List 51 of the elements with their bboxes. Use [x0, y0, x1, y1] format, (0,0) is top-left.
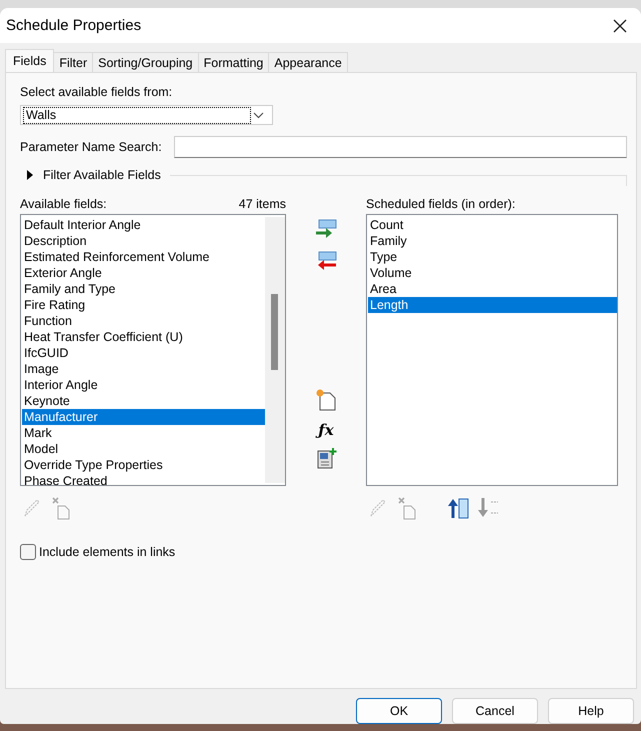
- tab[interactable]: Sorting/Grouping: [92, 52, 199, 72]
- new-parameter-icon[interactable]: [315, 389, 337, 411]
- list-item[interactable]: Manufacturer: [22, 409, 265, 425]
- chevron-down-icon: [253, 112, 264, 118]
- field-label: Select available fields from:: [20, 85, 174, 99]
- list-item[interactable]: Length: [368, 297, 617, 313]
- list-item[interactable]: Estimated Reinforcement Volume: [22, 249, 265, 265]
- move-down-icon[interactable]: [478, 497, 500, 519]
- formula-icon[interactable]: ƒx: [318, 421, 334, 439]
- tab[interactable]: Fields: [5, 49, 54, 72]
- list-item[interactable]: Family: [368, 233, 617, 249]
- tab[interactable]: Formatting: [198, 52, 270, 72]
- list-item[interactable]: Default Interior Angle: [22, 217, 265, 233]
- list-item[interactable]: Type: [368, 249, 617, 265]
- list-item[interactable]: Description: [22, 233, 265, 249]
- dialog-button[interactable]: Cancel: [452, 698, 538, 724]
- add-field-icon[interactable]: [315, 219, 337, 239]
- checkbox[interactable]: [20, 544, 36, 560]
- combine-parameters-icon[interactable]: [315, 447, 337, 469]
- list-item[interactable]: Volume: [368, 265, 617, 281]
- list-item[interactable]: Area: [368, 281, 617, 297]
- category-dropdown[interactable]: Walls: [20, 105, 273, 125]
- tab[interactable]: Appearance: [268, 52, 348, 72]
- expand-triangle-icon[interactable]: [26, 170, 34, 180]
- list-item[interactable]: Image: [22, 361, 265, 377]
- close-icon[interactable]: [613, 18, 627, 32]
- list-item[interactable]: Phase Created: [22, 473, 265, 485]
- checkbox-label: Include elements in links: [39, 545, 176, 559]
- list-item[interactable]: Keynote: [22, 393, 265, 409]
- list-label: Available fields:: [20, 197, 107, 211]
- field-label: Parameter Name Search:: [20, 140, 162, 154]
- list-item[interactable]: Mark: [22, 425, 265, 441]
- list-item[interactable]: IfcGUID: [22, 345, 265, 361]
- list-item[interactable]: Function: [22, 313, 265, 329]
- dialog-button[interactable]: Help: [548, 698, 634, 724]
- search-field[interactable]: [174, 136, 627, 158]
- move-up-icon[interactable]: [448, 497, 470, 519]
- list-label: Scheduled fields (in order):: [366, 197, 516, 211]
- list-item[interactable]: Fire Rating: [22, 297, 265, 313]
- list-item[interactable]: Exterior Angle: [22, 265, 265, 281]
- list-item[interactable]: Family and Type: [22, 281, 265, 297]
- list-item[interactable]: Interior Angle: [22, 377, 265, 393]
- scrollbar-thumb[interactable]: [271, 294, 278, 370]
- item-count: 47 items: [238, 197, 286, 211]
- list-item[interactable]: Model: [22, 441, 265, 457]
- list-item[interactable]: Count: [368, 217, 617, 233]
- window-title: Schedule Properties: [6, 17, 142, 34]
- list-item[interactable]: Override Type Properties: [22, 457, 265, 473]
- section-label: Filter Available Fields: [43, 168, 161, 182]
- dialog-button[interactable]: OK: [356, 698, 442, 724]
- list-item[interactable]: Heat Transfer Coefficient (U): [22, 329, 265, 345]
